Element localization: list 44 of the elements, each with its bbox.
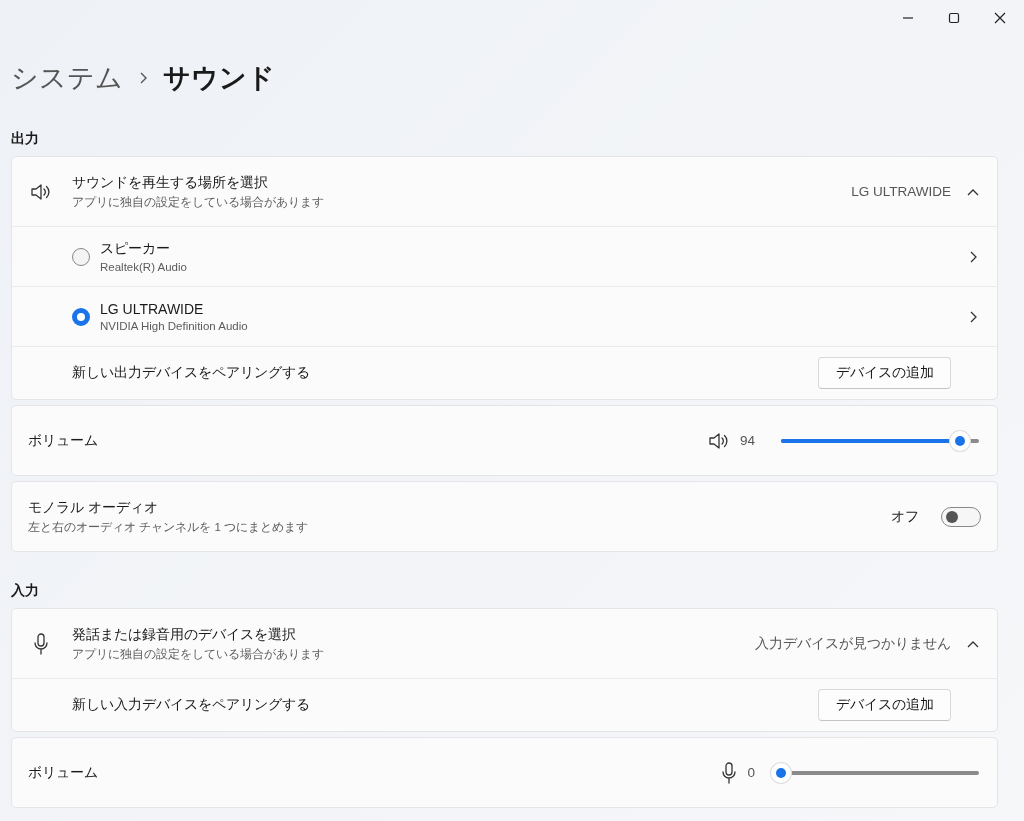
toggle-state-label: オフ: [891, 507, 919, 526]
setting-title: サウンドを再生する場所を選択: [72, 173, 269, 192]
add-device-button[interactable]: デバイスの追加: [818, 357, 951, 389]
speaker-icon: [707, 431, 730, 450]
volume-value: 0: [747, 765, 755, 780]
section-heading: 入力: [11, 582, 40, 600]
setting-description: アプリに独自の設定をしている場合があります: [72, 194, 325, 210]
pair-device-label: 新しい出力デバイスをペアリングする: [72, 364, 310, 382]
device-driver: Realtek(R) Audio: [100, 261, 188, 273]
volume-value: 94: [739, 433, 755, 448]
device-name: LG ULTRAWIDE: [100, 301, 205, 317]
radio-button[interactable]: [72, 307, 90, 326]
chevron-right-icon[interactable]: [969, 310, 977, 323]
chevron-up-icon[interactable]: [967, 639, 979, 648]
radio-button[interactable]: [72, 247, 90, 266]
device-option[interactable]: LG ULTRAWIDE NVIDIA High Definition Audio: [12, 286, 997, 346]
setting-title: 発話または録音用のデバイスを選択: [72, 625, 297, 644]
volume-slider[interactable]: [771, 761, 981, 784]
microphone-icon: [33, 632, 49, 655]
microphone-icon: [721, 761, 738, 784]
page-title: サウンド: [163, 62, 275, 95]
selected-device-label: LG ULTRAWIDE: [851, 184, 951, 199]
chevron-right-icon: [139, 72, 147, 84]
selected-device-label: 入力デバイスが見つかりません: [755, 634, 951, 653]
device-driver: NVIDIA High Definition Audio: [100, 320, 249, 332]
volume-label: ボリューム: [28, 431, 99, 450]
chevron-right-icon[interactable]: [969, 250, 977, 263]
slider-thumb[interactable]: [771, 762, 791, 783]
maximize-icon[interactable]: [948, 12, 960, 24]
setting-description: アプリに独自の設定をしている場合があります: [72, 646, 325, 662]
pair-device-label: 新しい入力デバイスをペアリングする: [72, 696, 310, 714]
volume-label: ボリューム: [28, 763, 99, 782]
setting-description: 左と右のオーディオ チャンネルを 1 つにまとめます: [28, 519, 309, 535]
device-option[interactable]: スピーカー Realtek(R) Audio: [12, 226, 997, 286]
device-name: スピーカー: [100, 240, 171, 258]
section-heading: 出力: [11, 130, 40, 148]
toggle-switch[interactable]: [941, 506, 981, 527]
add-device-button[interactable]: デバイスの追加: [818, 689, 951, 721]
slider-thumb[interactable]: [949, 430, 970, 451]
close-icon[interactable]: [994, 12, 1006, 24]
breadcrumb-parent[interactable]: システム: [11, 60, 123, 96]
setting-title: モノラル オーディオ: [28, 498, 159, 517]
chevron-up-icon[interactable]: [967, 187, 979, 196]
speaker-icon: [30, 182, 52, 201]
